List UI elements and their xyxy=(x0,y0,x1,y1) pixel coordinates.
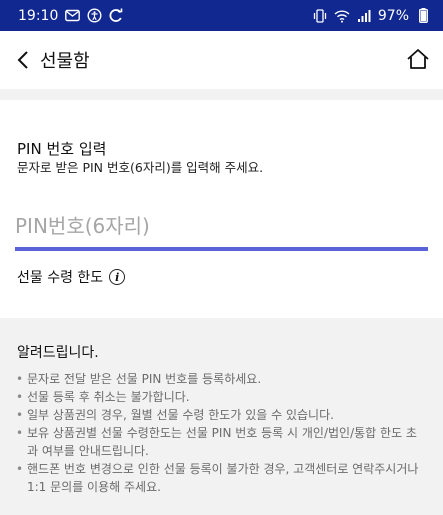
signal-icon xyxy=(356,8,372,24)
status-bar: 19:10 97% xyxy=(0,0,443,31)
limit-label: 선물 수령 한도 xyxy=(17,270,104,286)
home-button[interactable] xyxy=(403,44,433,74)
info-icon[interactable]: i xyxy=(109,269,126,285)
back-button[interactable] xyxy=(12,45,34,75)
pin-input-underline xyxy=(15,247,428,251)
notice-item: 문자로 전달 받은 선물 PIN 번호를 등록하세요. xyxy=(16,370,426,388)
accessibility-icon xyxy=(86,8,102,24)
pin-description: 문자로 받은 PIN 번호(6자리)를 입력해 주세요. xyxy=(17,160,264,175)
notice-section: 알려드립니다. 문자로 전달 받은 선물 PIN 번호를 등록하세요. 선물 등… xyxy=(0,318,443,515)
notice-item: 보유 상품권별 선물 수령한도는 선물 PIN 번호 등록 시 개인/법인/통합… xyxy=(16,424,426,460)
pin-input[interactable] xyxy=(15,208,428,244)
home-icon xyxy=(407,49,429,69)
notice-title: 알려드립니다. xyxy=(17,345,99,361)
status-bar-left: 19:10 xyxy=(18,8,124,24)
sync-icon xyxy=(108,8,124,24)
app-bar: 선물함 xyxy=(0,31,443,89)
pin-section: PIN 번호 입력 문자로 받은 PIN 번호(6자리)를 입력해 주세요. 선… xyxy=(0,100,443,318)
limit-row: 선물 수령 한도 i xyxy=(17,267,126,287)
battery-icon xyxy=(415,8,431,24)
chevron-left-icon xyxy=(17,51,28,69)
notice-item: 선물 등록 후 취소는 불가합니다. xyxy=(16,388,426,406)
vibrate-icon xyxy=(312,8,328,24)
pin-heading: PIN 번호 입력 xyxy=(17,140,107,158)
mail-icon xyxy=(64,8,80,24)
status-bar-right: 97% xyxy=(312,8,431,24)
notice-item: 핸드폰 번호 변경으로 인한 선물 등록이 불가한 경우, 고객센터로 연락주시… xyxy=(16,460,426,496)
section-divider xyxy=(0,89,443,100)
battery-percent: 97% xyxy=(377,7,409,24)
wifi-icon xyxy=(334,8,350,24)
notice-item: 일부 상품권의 경우, 월별 선물 수령 한도가 있을 수 있습니다. xyxy=(16,406,426,424)
status-time: 19:10 xyxy=(18,7,59,24)
notice-list: 문자로 전달 받은 선물 PIN 번호를 등록하세요. 선물 등록 후 취소는 … xyxy=(16,370,426,496)
page-title: 선물함 xyxy=(40,51,90,72)
